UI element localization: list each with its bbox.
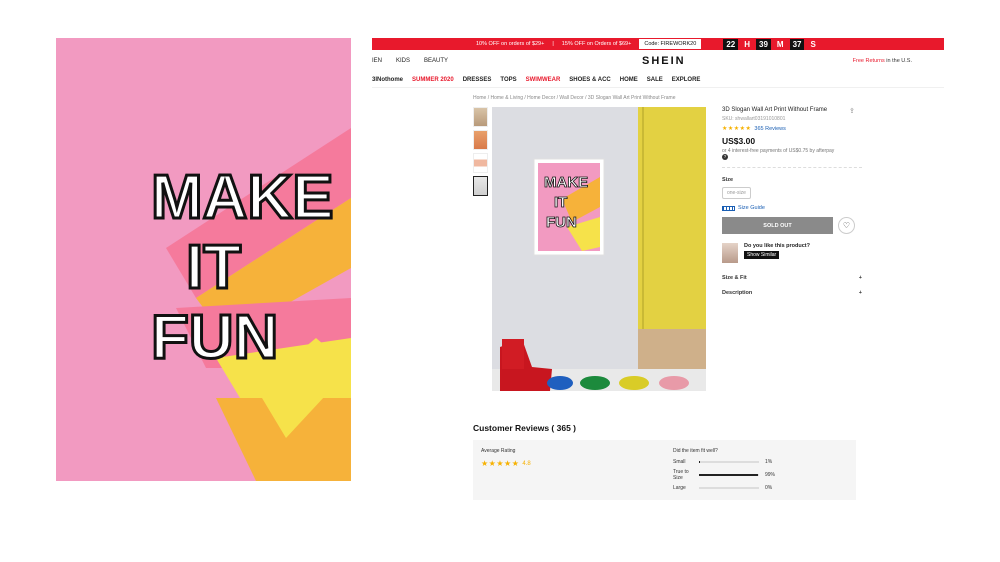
thumbnail-list	[473, 107, 489, 199]
thumbnail-3[interactable]	[473, 153, 488, 173]
plus-icon: +	[858, 275, 862, 281]
category-nav: 3INothome SUMMER 2020 DRESSES TOPS SWIMW…	[372, 72, 944, 88]
afterpay-text: or 4 interest-free payments of US$0.75 b…	[722, 148, 835, 154]
fit-bar	[699, 487, 759, 489]
category-item-home[interactable]: HOME	[620, 77, 638, 83]
room-scene: MAKE IT FUN	[492, 107, 706, 391]
description-label: Description	[722, 290, 753, 296]
poster-image: MAKE IT FUN	[56, 38, 351, 481]
average-rating-label: Average Rating	[481, 448, 516, 454]
countdown-minutes: 39	[756, 38, 771, 50]
countdown-seconds-unit: S	[810, 39, 816, 49]
free-returns-link[interactable]: Free Returns in the U.S.	[853, 58, 912, 64]
product-info: 3D Slogan Wall Art Print Without Frame S…	[722, 107, 862, 296]
size-guide-label: Size Guide	[738, 205, 765, 211]
thumbnail-2[interactable]	[473, 130, 488, 150]
fit-summary: Did the item fit well? Small 1% True to …	[673, 448, 833, 495]
framed-poster-line-2: IT	[554, 194, 567, 211]
buy-row: SOLD OUT ♡	[722, 217, 862, 234]
countdown-hours-unit: H	[744, 39, 750, 49]
similar-thumbnail	[722, 243, 738, 263]
wishlist-heart-icon[interactable]: ♡	[838, 217, 855, 234]
countdown-seconds: 37	[789, 38, 805, 50]
reviews-summary: Average Rating ★★★★★ 4.8 Did the item fi…	[473, 440, 856, 500]
plus-icon: +	[858, 290, 862, 296]
breadcrumb[interactable]: Home / Home & Living / Home Decor / Wall…	[473, 95, 675, 101]
category-item-hot[interactable]: 3INothome	[372, 77, 403, 83]
promo-offer-2: 15% OFF on Orders of $69+	[561, 41, 632, 47]
category-item-swimwear[interactable]: SWIMWEAR	[526, 77, 561, 83]
fit-bar-fill	[699, 461, 700, 463]
sold-out-button[interactable]: SOLD OUT	[722, 217, 833, 234]
size-label: Size	[722, 177, 734, 183]
fit-row-large: Large 0%	[673, 485, 833, 491]
size-fit-label: Size & Fit	[722, 275, 747, 281]
fit-percent: 1%	[765, 459, 773, 465]
promo-bar[interactable]: 10% OFF on orders of $29+ | 15% OFF on O…	[372, 38, 944, 50]
divider	[722, 167, 862, 168]
free-returns-region: in the U.S.	[884, 58, 912, 64]
thumbnail-4[interactable]	[473, 176, 488, 196]
fit-row-small: Small 1%	[673, 459, 833, 465]
category-item-dresses[interactable]: DRESSES	[463, 77, 492, 83]
promo-code: Code: FIREWORK20	[639, 39, 702, 49]
free-returns-label: Free Returns	[852, 58, 885, 64]
top-nav: IEN KIDS BEAUTY	[372, 58, 448, 64]
thumbnail-1[interactable]	[473, 107, 488, 127]
countdown: 22 H 39 M 37 S	[723, 38, 816, 50]
help-icon[interactable]: ?	[722, 154, 728, 160]
category-item-explore[interactable]: EXPLORE	[672, 77, 701, 83]
site-logo[interactable]: SHEIN	[642, 55, 686, 67]
fit-percent: 99%	[765, 472, 776, 478]
ruler-icon	[722, 205, 735, 211]
top-nav-item-beauty[interactable]: BEAUTY	[424, 58, 448, 64]
poster-line-2: IT	[186, 233, 241, 302]
size-guide-link[interactable]: Size Guide	[722, 205, 862, 211]
site-header: IEN KIDS BEAUTY SHEIN Free Returns in th…	[372, 50, 944, 72]
framed-poster-line-3: FUN	[546, 214, 577, 231]
rating-stars-icon: ★★★★★	[722, 126, 752, 132]
top-nav-item-kids[interactable]: KIDS	[396, 58, 410, 64]
description-toggle[interactable]: Description +	[722, 290, 862, 296]
countdown-minutes-unit: M	[776, 39, 784, 49]
product-price: US$3.00	[722, 136, 756, 146]
countdown-hours: 22	[723, 38, 739, 50]
fit-bar-fill	[699, 474, 759, 476]
category-item-tops[interactable]: TOPS	[500, 77, 516, 83]
top-nav-item-women[interactable]: IEN	[372, 58, 382, 64]
canvas: MAKE IT FUN 10% OFF on orders of $29+ | …	[0, 0, 1000, 562]
average-rating: ★★★★★ 4.8	[481, 459, 531, 468]
product-title: 3D Slogan Wall Art Print Without Frame	[722, 107, 828, 113]
size-fit-toggle[interactable]: Size & Fit +	[722, 275, 862, 281]
reviews-heading: Customer Reviews ( 365 )	[473, 423, 576, 433]
fit-question: Did the item fit well?	[673, 448, 718, 454]
show-similar-button[interactable]: Show Similar	[744, 251, 780, 259]
fit-bar	[699, 461, 759, 463]
reviews-link[interactable]: 365 Reviews	[754, 126, 786, 132]
product-rating: ★★★★★ 365 Reviews	[722, 125, 862, 133]
fit-label: True to Size	[673, 469, 689, 481]
promo-separator: |	[552, 41, 554, 47]
poster-art: MAKE IT FUN	[56, 38, 351, 481]
similar-question: Do you like this product?	[744, 243, 811, 249]
similar-products: Do you like this product? Show Similar	[722, 243, 862, 263]
category-item-summer[interactable]: SUMMER 2020	[412, 77, 454, 83]
poster-line-3: FUN	[151, 303, 278, 372]
size-option-one-size[interactable]: one-size	[722, 187, 751, 199]
fit-label: Large	[673, 485, 686, 491]
promo-offer-1: 10% OFF on orders of $29+	[476, 41, 545, 47]
product-sku: SKU: shwallart03191010801	[722, 116, 786, 122]
poster-line-1: MAKE	[151, 163, 334, 232]
main-product-image[interactable]: MAKE IT FUN	[492, 107, 706, 391]
average-score: 4.8	[522, 460, 531, 467]
average-stars-icon: ★★★★★	[481, 459, 520, 468]
fit-row-true-to-size: True to Size 99%	[673, 469, 833, 481]
category-item-sale[interactable]: SALE	[647, 77, 663, 83]
fit-label: Small	[673, 459, 686, 465]
category-item-shoes[interactable]: SHOES & ACC	[569, 77, 610, 83]
framed-poster-line-1: MAKE	[544, 174, 588, 191]
fit-bar	[699, 474, 759, 476]
shop-screenshot: 10% OFF on orders of $29+ | 15% OFF on O…	[372, 38, 944, 500]
fit-percent: 0%	[765, 485, 773, 491]
